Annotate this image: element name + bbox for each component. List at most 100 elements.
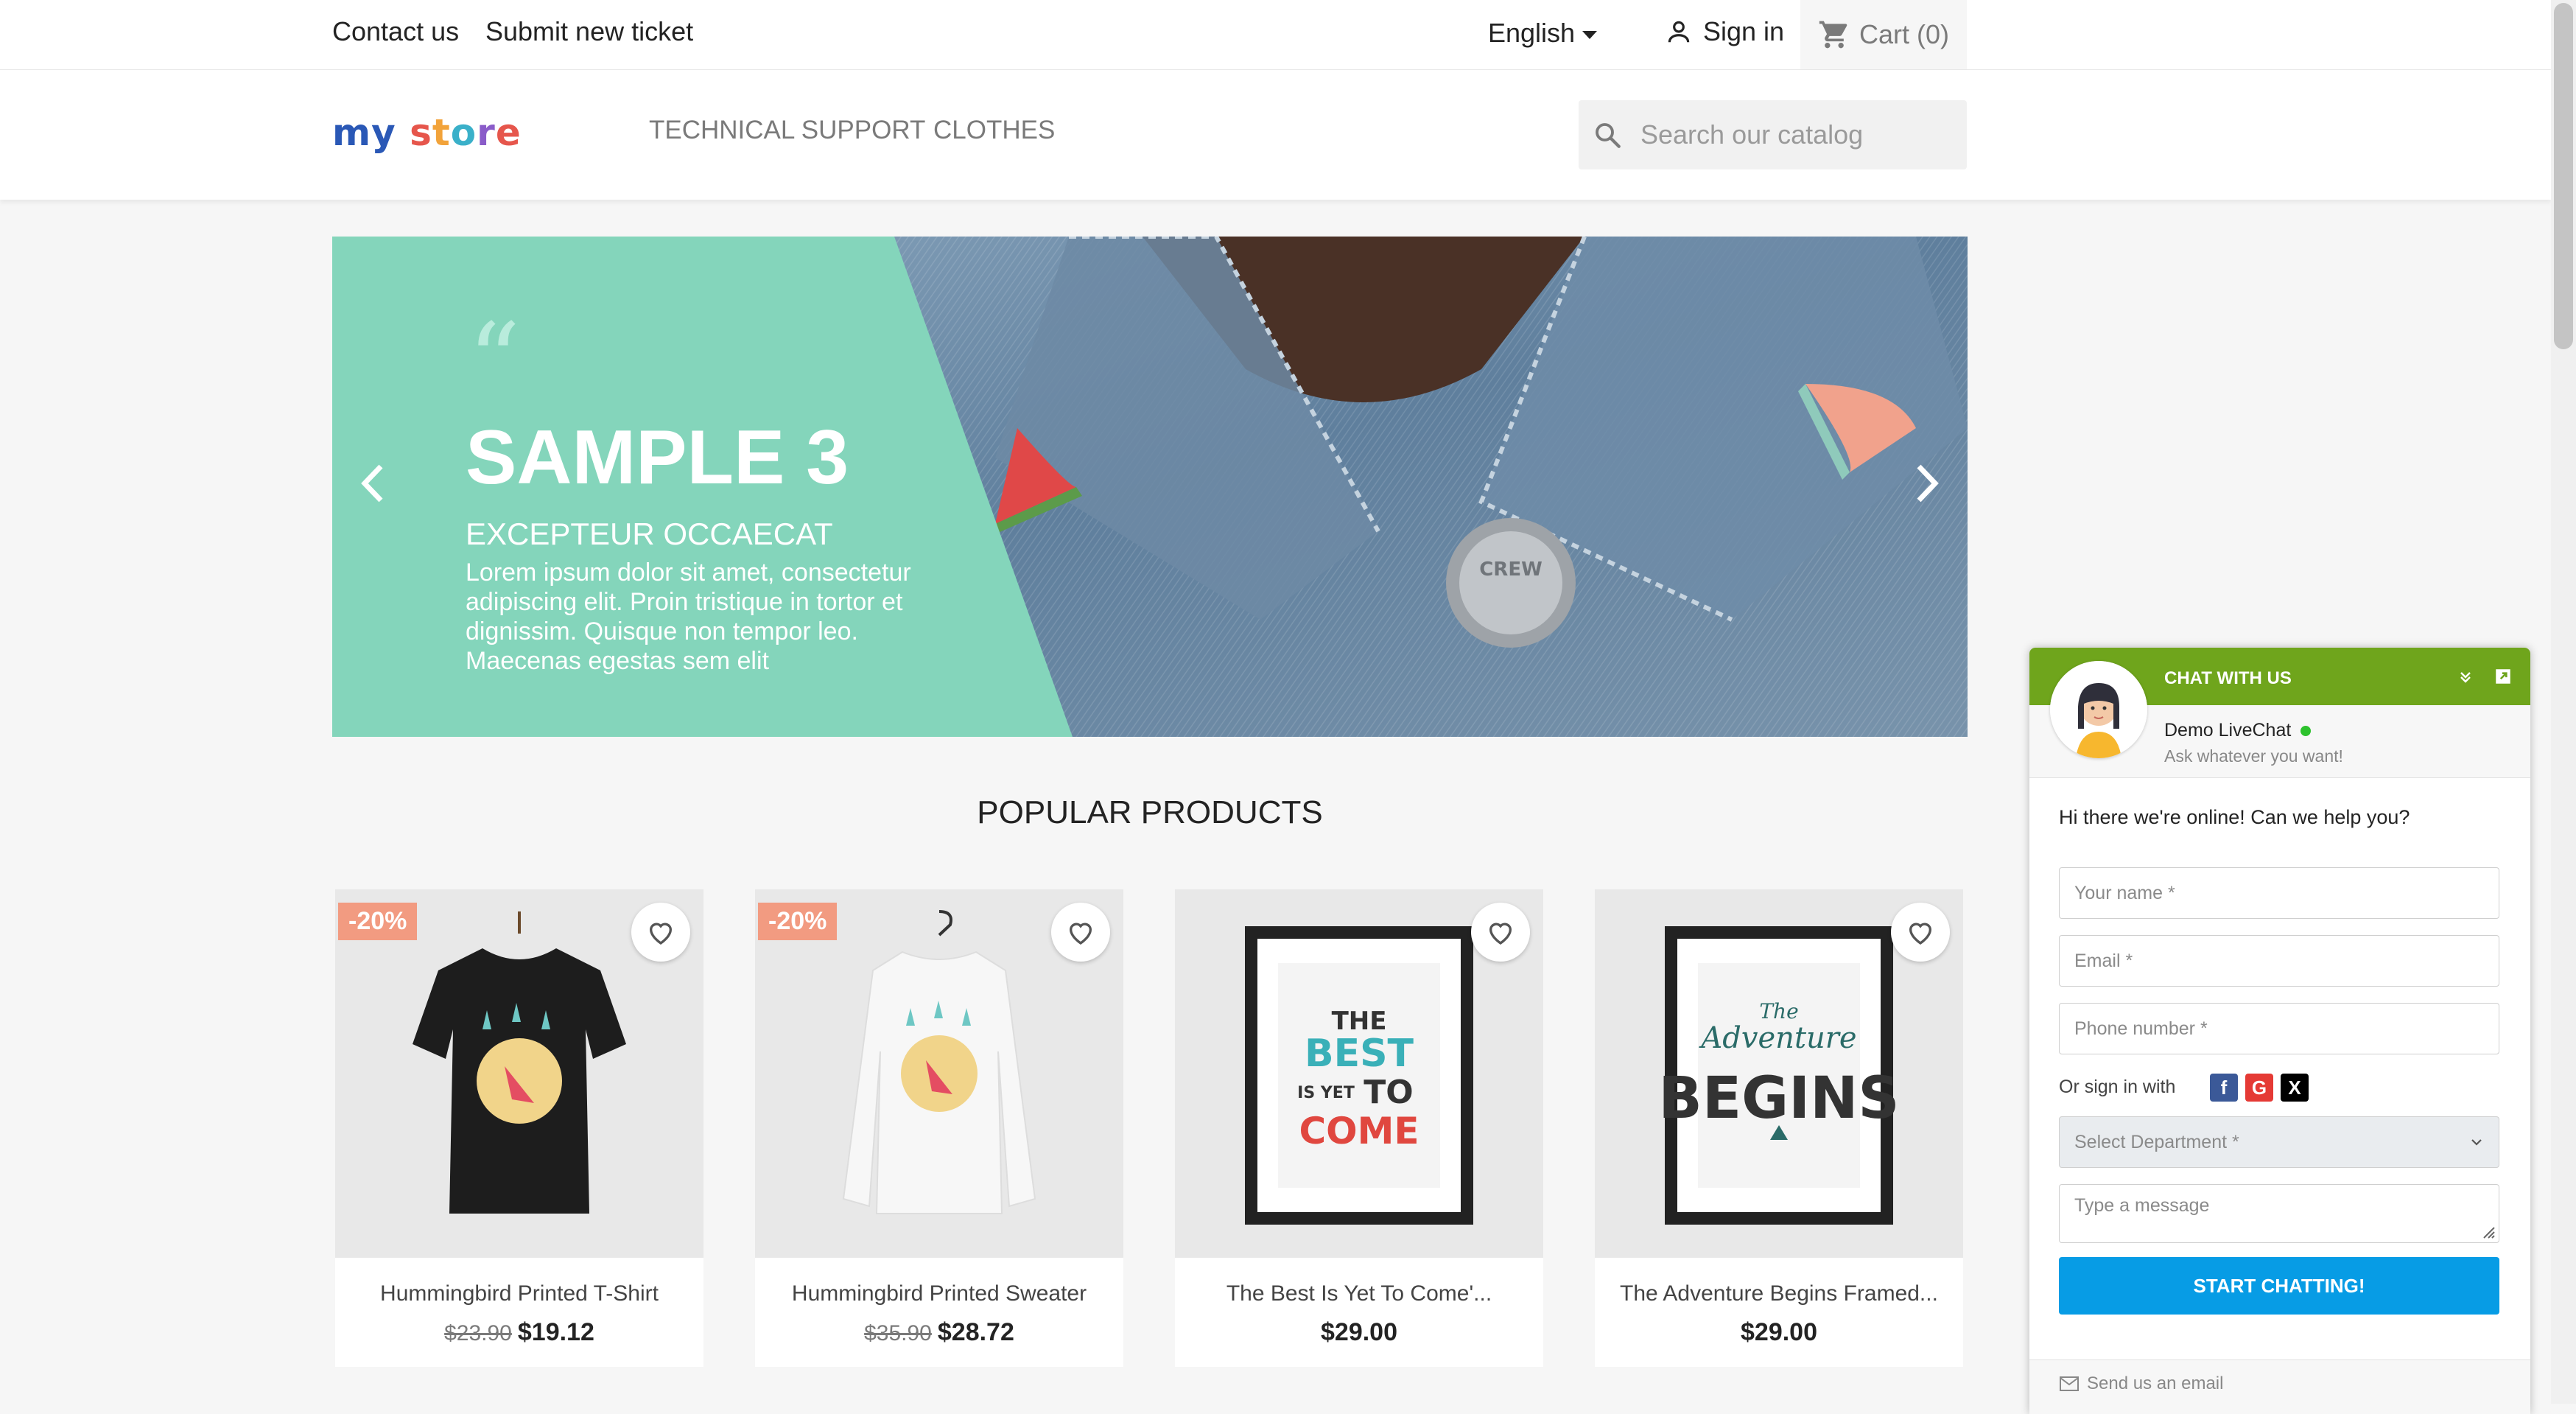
send-email-link[interactable]: Send us an email [2059, 1373, 2223, 1394]
name-placeholder: Your name * [2074, 883, 2175, 903]
language-label: English [1488, 18, 1576, 48]
button-text: CREW [1479, 559, 1543, 581]
email-field[interactable]: Email * [2059, 935, 2499, 987]
x-login-button[interactable]: X [2281, 1074, 2309, 1102]
wishlist-button[interactable] [631, 903, 690, 962]
poster-text: BEST [1305, 1032, 1414, 1076]
chevron-down-icon [2471, 1139, 2482, 1146]
poster-text: The [1759, 999, 1798, 1023]
expand-icon[interactable] [2493, 667, 2513, 686]
product-name[interactable]: Hummingbird Printed Sweater [755, 1281, 1123, 1306]
name-field[interactable]: Your name * [2059, 867, 2499, 919]
price: $29.00 [1321, 1318, 1397, 1346]
department-select[interactable]: Select Department * [2059, 1116, 2499, 1168]
poster-text: Adventure [1698, 1021, 1856, 1055]
logo-letter: o [450, 111, 477, 154]
product-card[interactable]: -20% Hummingbird Printed T-Shirt $23.90 $… [335, 889, 703, 1367]
search-input[interactable]: Search our catalog [1640, 119, 1863, 150]
slide-title: SAMPLE 3 [466, 415, 849, 500]
product-name[interactable]: The Adventure Begins Framed... [1595, 1281, 1963, 1306]
user-icon [1668, 21, 1690, 43]
main-header: my store TECHNICAL SUPPORT CLOTHES Searc… [0, 70, 2551, 200]
facebook-login-button[interactable]: f [2210, 1074, 2238, 1102]
chevron-left-icon[interactable] [354, 458, 391, 509]
heart-icon [1069, 923, 1092, 945]
envelope-icon [2060, 1376, 2079, 1391]
language-selector[interactable]: English [1488, 18, 1598, 49]
search-icon [1596, 123, 1621, 148]
chat-title: CHAT WITH US [2164, 668, 2292, 688]
product-prices: $29.00 [1175, 1318, 1543, 1347]
chat-footer: Send us an email [2029, 1359, 2530, 1414]
wishlist-button[interactable] [1891, 903, 1950, 962]
old-price: $35.90 [864, 1321, 932, 1345]
product-card[interactable]: -20% Hummingbird Printed Sweater $35.90 $… [755, 889, 1123, 1367]
message-textarea[interactable]: Type a message [2059, 1184, 2499, 1243]
heart-icon [1489, 923, 1512, 945]
logo-letter: r [477, 111, 496, 154]
hero-carousel: CREW “ SAMPLE 3 EXCEPTEUR OCCAECAT Lorem… [332, 237, 1968, 737]
cart-button[interactable]: Cart (0) [1800, 0, 1967, 69]
poster-text: TO [1364, 1074, 1413, 1111]
scrollbar-thumb[interactable] [2554, 3, 2573, 349]
agent-name-text: Demo LiveChat [2164, 720, 2292, 741]
product-prices: $29.00 [1595, 1318, 1963, 1347]
x-icon: X [2288, 1076, 2301, 1099]
nav-technical-support[interactable]: TECHNICAL SUPPORT [649, 116, 925, 145]
minimize-icon[interactable] [2457, 668, 2474, 686]
quote-mark: “ [468, 301, 521, 421]
agent-name: Demo LiveChat [2164, 720, 2312, 741]
agent-avatar [2050, 661, 2147, 758]
old-price: $23.90 [444, 1321, 512, 1345]
cart-label: Cart (0) [1859, 19, 1949, 49]
heart-icon [1909, 923, 1932, 945]
send-email-label: Send us an email [2087, 1373, 2224, 1393]
resize-handle-icon[interactable] [2480, 1223, 2496, 1239]
popular-products-title: POPULAR PRODUCTS [977, 794, 1323, 830]
product-prices: $35.90 $28.72 [755, 1318, 1123, 1347]
price: $19.12 [517, 1318, 594, 1346]
logo-part-my: my [332, 111, 396, 154]
wishlist-button[interactable] [1051, 903, 1110, 962]
discount-badge: -20% [758, 903, 838, 940]
price: $29.00 [1741, 1318, 1817, 1346]
price: $28.72 [937, 1318, 1014, 1346]
top-bar: Contact us Submit new ticket English Sig… [0, 0, 2551, 70]
submit-ticket-link[interactable]: Submit new ticket [485, 16, 693, 47]
product-name[interactable]: The Best Is Yet To Come'... [1175, 1281, 1543, 1306]
poster-text: COME [1299, 1110, 1419, 1152]
google-login-button[interactable]: G [2245, 1074, 2273, 1102]
logo-letter: e [495, 111, 522, 154]
product-card[interactable]: The Adventure BEGINS The Adventure Begin… [1595, 889, 1963, 1367]
nav-clothes[interactable]: CLOTHES [933, 116, 1055, 145]
wishlist-button[interactable] [1471, 903, 1530, 962]
department-placeholder: Select Department * [2074, 1132, 2239, 1152]
slide-description: Lorem ipsum dolor sit amet, consectetur … [466, 559, 911, 675]
slide-subtitle: EXCEPTEUR OCCAECAT [466, 517, 833, 551]
sign-in-label: Sign in [1703, 16, 1785, 46]
product-card[interactable]: THE BEST IS YET TO COME The Best Is Yet … [1175, 889, 1543, 1367]
heart-icon [649, 923, 673, 945]
caret-down-icon [1582, 30, 1598, 39]
online-status-dot [2300, 726, 2312, 736]
product-prices: $23.90 $19.12 [335, 1318, 703, 1347]
message-placeholder: Type a message [2074, 1195, 2210, 1216]
logo-letter: t [432, 111, 451, 154]
phone-field[interactable]: Phone number * [2059, 1003, 2499, 1054]
discount-badge: -20% [338, 903, 418, 940]
agent-subtitle: Ask whatever you want! [2164, 746, 2343, 766]
live-chat-widget: CHAT WITH US Demo LiveChat Ask whatever … [2029, 648, 2530, 1414]
phone-placeholder: Phone number * [2074, 1018, 2208, 1039]
sign-in-link[interactable]: Sign in [1665, 16, 1784, 47]
logo-letter: s [410, 111, 432, 154]
facebook-icon: f [2220, 1076, 2228, 1099]
poster-text: IS YET [1297, 1084, 1355, 1102]
contact-us-link[interactable]: Contact us [332, 16, 459, 47]
product-name[interactable]: Hummingbird Printed T-Shirt [335, 1281, 703, 1306]
cart-icon [1819, 21, 1847, 49]
or-sign-in-label: Or sign in with [2059, 1077, 2176, 1097]
start-chatting-button[interactable]: START CHATTING! [2059, 1257, 2499, 1315]
chevron-right-icon[interactable] [1909, 458, 1945, 509]
store-logo[interactable]: my store [332, 111, 522, 154]
search-box[interactable]: Search our catalog [1579, 100, 1967, 169]
